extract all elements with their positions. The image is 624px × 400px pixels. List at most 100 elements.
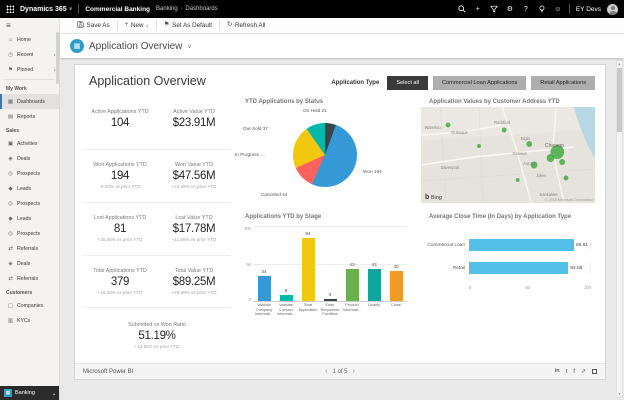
plus-icon[interactable]: +: [473, 6, 483, 13]
filter-icon[interactable]: [489, 5, 499, 13]
app-launcher-icon[interactable]: [6, 5, 14, 13]
scroll-up-icon[interactable]: ▴: [618, 61, 620, 67]
prospect-icon: ◎: [7, 201, 14, 207]
status-pie[interactable]: [293, 123, 357, 187]
stage-bar-product[interactable]: 43: [341, 226, 363, 301]
sidebar-item-home[interactable]: ⌂Home: [0, 32, 59, 47]
svg-text:Dubuque: Dubuque: [451, 130, 468, 135]
page-title: Application Overview: [89, 41, 182, 52]
search-icon[interactable]: [457, 5, 467, 13]
page-navigation: ‹ 1 of 5 ›: [325, 368, 355, 375]
sidebar-item-referrals-2[interactable]: ⇄Referrals: [0, 271, 59, 286]
fullscreen-icon[interactable]: [592, 369, 597, 374]
page-header: ▦ Application Overview ∨: [60, 34, 624, 58]
top-nav-bar: Dynamics 365∨ Commercial Banking Banking…: [0, 0, 624, 18]
filter-select-all-button[interactable]: Select all: [387, 76, 428, 90]
svg-text:Rockford: Rockford: [494, 120, 511, 125]
sidebar-item-reports[interactable]: ▤Reports: [0, 109, 59, 124]
linkedin-icon[interactable]: in: [555, 369, 560, 375]
area-switcher[interactable]: ▦ Banking ▴: [0, 386, 59, 400]
filter-label: Application Type: [331, 80, 379, 86]
facebook-icon[interactable]: f: [573, 369, 575, 375]
sidebar-scrollbar[interactable]: [56, 32, 59, 84]
stage-bar-start-application[interactable]: 84: [297, 226, 319, 301]
user-avatar[interactable]: [607, 4, 618, 15]
filter-commercial-loan-button[interactable]: Commercial Loan Applications: [433, 76, 526, 90]
chevron-down-icon: ∨: [69, 6, 73, 12]
stage-bar-qualify[interactable]: 43: [363, 226, 385, 301]
report-icon: ▤: [7, 114, 14, 120]
kpi-total-applications: Total Applications YTD379+16.33% vs prio…: [83, 255, 157, 308]
stage-bar-enter-facilities[interactable]: 3: [319, 226, 341, 301]
sidebar-item-leads-2[interactable]: ◆Leads: [0, 211, 59, 226]
sidebar-item-deals[interactable]: ◈Deals: [0, 151, 59, 166]
kpi-lost-applications: Lost Applications YTD81+30.65% vs prior …: [83, 202, 157, 255]
twitter-icon[interactable]: t: [566, 369, 568, 375]
svg-text:Elgin: Elgin: [521, 136, 531, 141]
sidebar-item-leads[interactable]: ◆Leads: [0, 181, 59, 196]
sidebar-item-referrals[interactable]: ⇄Referrals: [0, 241, 59, 256]
stage-bar-validate-contact[interactable]: 8: [275, 226, 297, 301]
app-name[interactable]: Commercial Banking: [85, 6, 150, 13]
sidebar-item-prospects-2[interactable]: ◎Prospects: [0, 196, 59, 211]
sidebar-item-dashboards[interactable]: ▦Dashboards: [0, 94, 59, 109]
prev-page-button[interactable]: ‹: [325, 368, 327, 375]
lead-icon: ◆: [7, 186, 14, 192]
sidebar-item-prospects[interactable]: ◎Prospects: [0, 166, 59, 181]
share-toolbar: in t f ↗: [555, 369, 597, 375]
svg-text:Geneva: Geneva: [512, 151, 527, 156]
vertical-scrollbar[interactable]: ▴ ▾: [616, 60, 623, 398]
pin-icon: ⚑: [164, 22, 170, 29]
lightbulb-icon[interactable]: [537, 5, 547, 13]
map-visual: Application Values by Customer Address Y…: [419, 96, 597, 203]
chevron-up-icon: ▴: [53, 391, 55, 396]
share-icon[interactable]: ↗: [581, 369, 586, 375]
new-button[interactable]: + New ∨: [118, 18, 156, 33]
sidebar-item-pinned[interactable]: ⚑Pinned∨: [0, 62, 59, 77]
stage-bar-validate-company[interactable]: 34: [253, 226, 275, 301]
dashboard-selector-chevron-icon[interactable]: ∨: [187, 43, 191, 50]
refresh-all-button[interactable]: ↻ Refresh All: [220, 18, 272, 33]
sidebar-item-deals-2[interactable]: ◈Deals: [0, 256, 59, 271]
breadcrumb-page[interactable]: Dashboards: [185, 6, 217, 12]
pie-label-canceled: Canceled 44: [261, 192, 287, 197]
sidebar-item-companies[interactable]: ▢Companies: [0, 298, 59, 313]
sidebar-item-kycs[interactable]: ▥KYCs: [0, 313, 59, 328]
sidebar-section-customers: Customers: [0, 286, 59, 298]
scrollbar-thumb[interactable]: [617, 68, 622, 132]
prospect-icon: ◎: [7, 231, 14, 237]
feedback-smiley-icon[interactable]: ☺: [553, 6, 563, 13]
close-time-bar-retail[interactable]: 82.08: [469, 262, 591, 274]
sidebar-section-my-work: My Work: [0, 82, 59, 94]
save-as-button[interactable]: Save As: [70, 18, 117, 33]
svg-text:Kankakee: Kankakee: [540, 192, 559, 197]
set-as-default-button[interactable]: ⚑ Set As Default: [157, 18, 219, 33]
sidebar-item-activities[interactable]: ▣Activities: [0, 136, 59, 151]
powerbi-brand[interactable]: Microsoft Power BI: [83, 369, 133, 375]
right-visuals: Application Values by Customer Address Y…: [419, 96, 597, 363]
stage-bar-close[interactable]: 40: [385, 226, 407, 301]
sidebar-item-recent[interactable]: ◷Recent∨: [0, 47, 59, 62]
menu-toggle-button[interactable]: ≡: [0, 18, 59, 32]
sidebar-nav: ≡ ⌂Home ◷Recent∨ ⚑Pinned∨ My Work ▦Dashb…: [0, 18, 60, 400]
stage-axis-labels: Validate Company Informati...Validate Co…: [253, 303, 407, 320]
settings-gear-icon[interactable]: ⚙: [505, 6, 515, 13]
user-name[interactable]: EY Devs: [576, 6, 601, 13]
help-icon[interactable]: ?: [521, 6, 531, 13]
activity-icon: ▣: [7, 141, 14, 147]
category-label: Retail: [423, 266, 469, 271]
deal-icon: ◈: [7, 261, 14, 267]
kpi-lost-value: Lost Value YTD$17.78M+11.86% vs prior YT…: [157, 202, 231, 255]
brand[interactable]: Dynamics 365∨: [20, 6, 72, 13]
filter-retail-button[interactable]: Retail Applications: [531, 76, 595, 90]
kpi-active-applications: Active Applications YTD104: [83, 96, 157, 149]
powerbi-footer: Microsoft Power BI ‹ 1 of 5 › in t f ↗: [75, 363, 605, 379]
breadcrumb-area[interactable]: Banking: [156, 6, 178, 12]
bing-map[interactable]: WaterlooDubuqueRockfordElginChicagoGenev…: [421, 107, 595, 203]
breadcrumb[interactable]: Banking › Dashboards: [156, 6, 218, 12]
sidebar-item-prospects-3[interactable]: ◎Prospects: [0, 226, 59, 241]
close-time-bar-commercial[interactable]: 86.81: [469, 239, 591, 251]
close-time-row-commercial: Commercial Loan 86.81: [423, 239, 591, 251]
scroll-down-icon[interactable]: ▾: [618, 391, 620, 397]
next-page-button[interactable]: ›: [353, 368, 355, 375]
